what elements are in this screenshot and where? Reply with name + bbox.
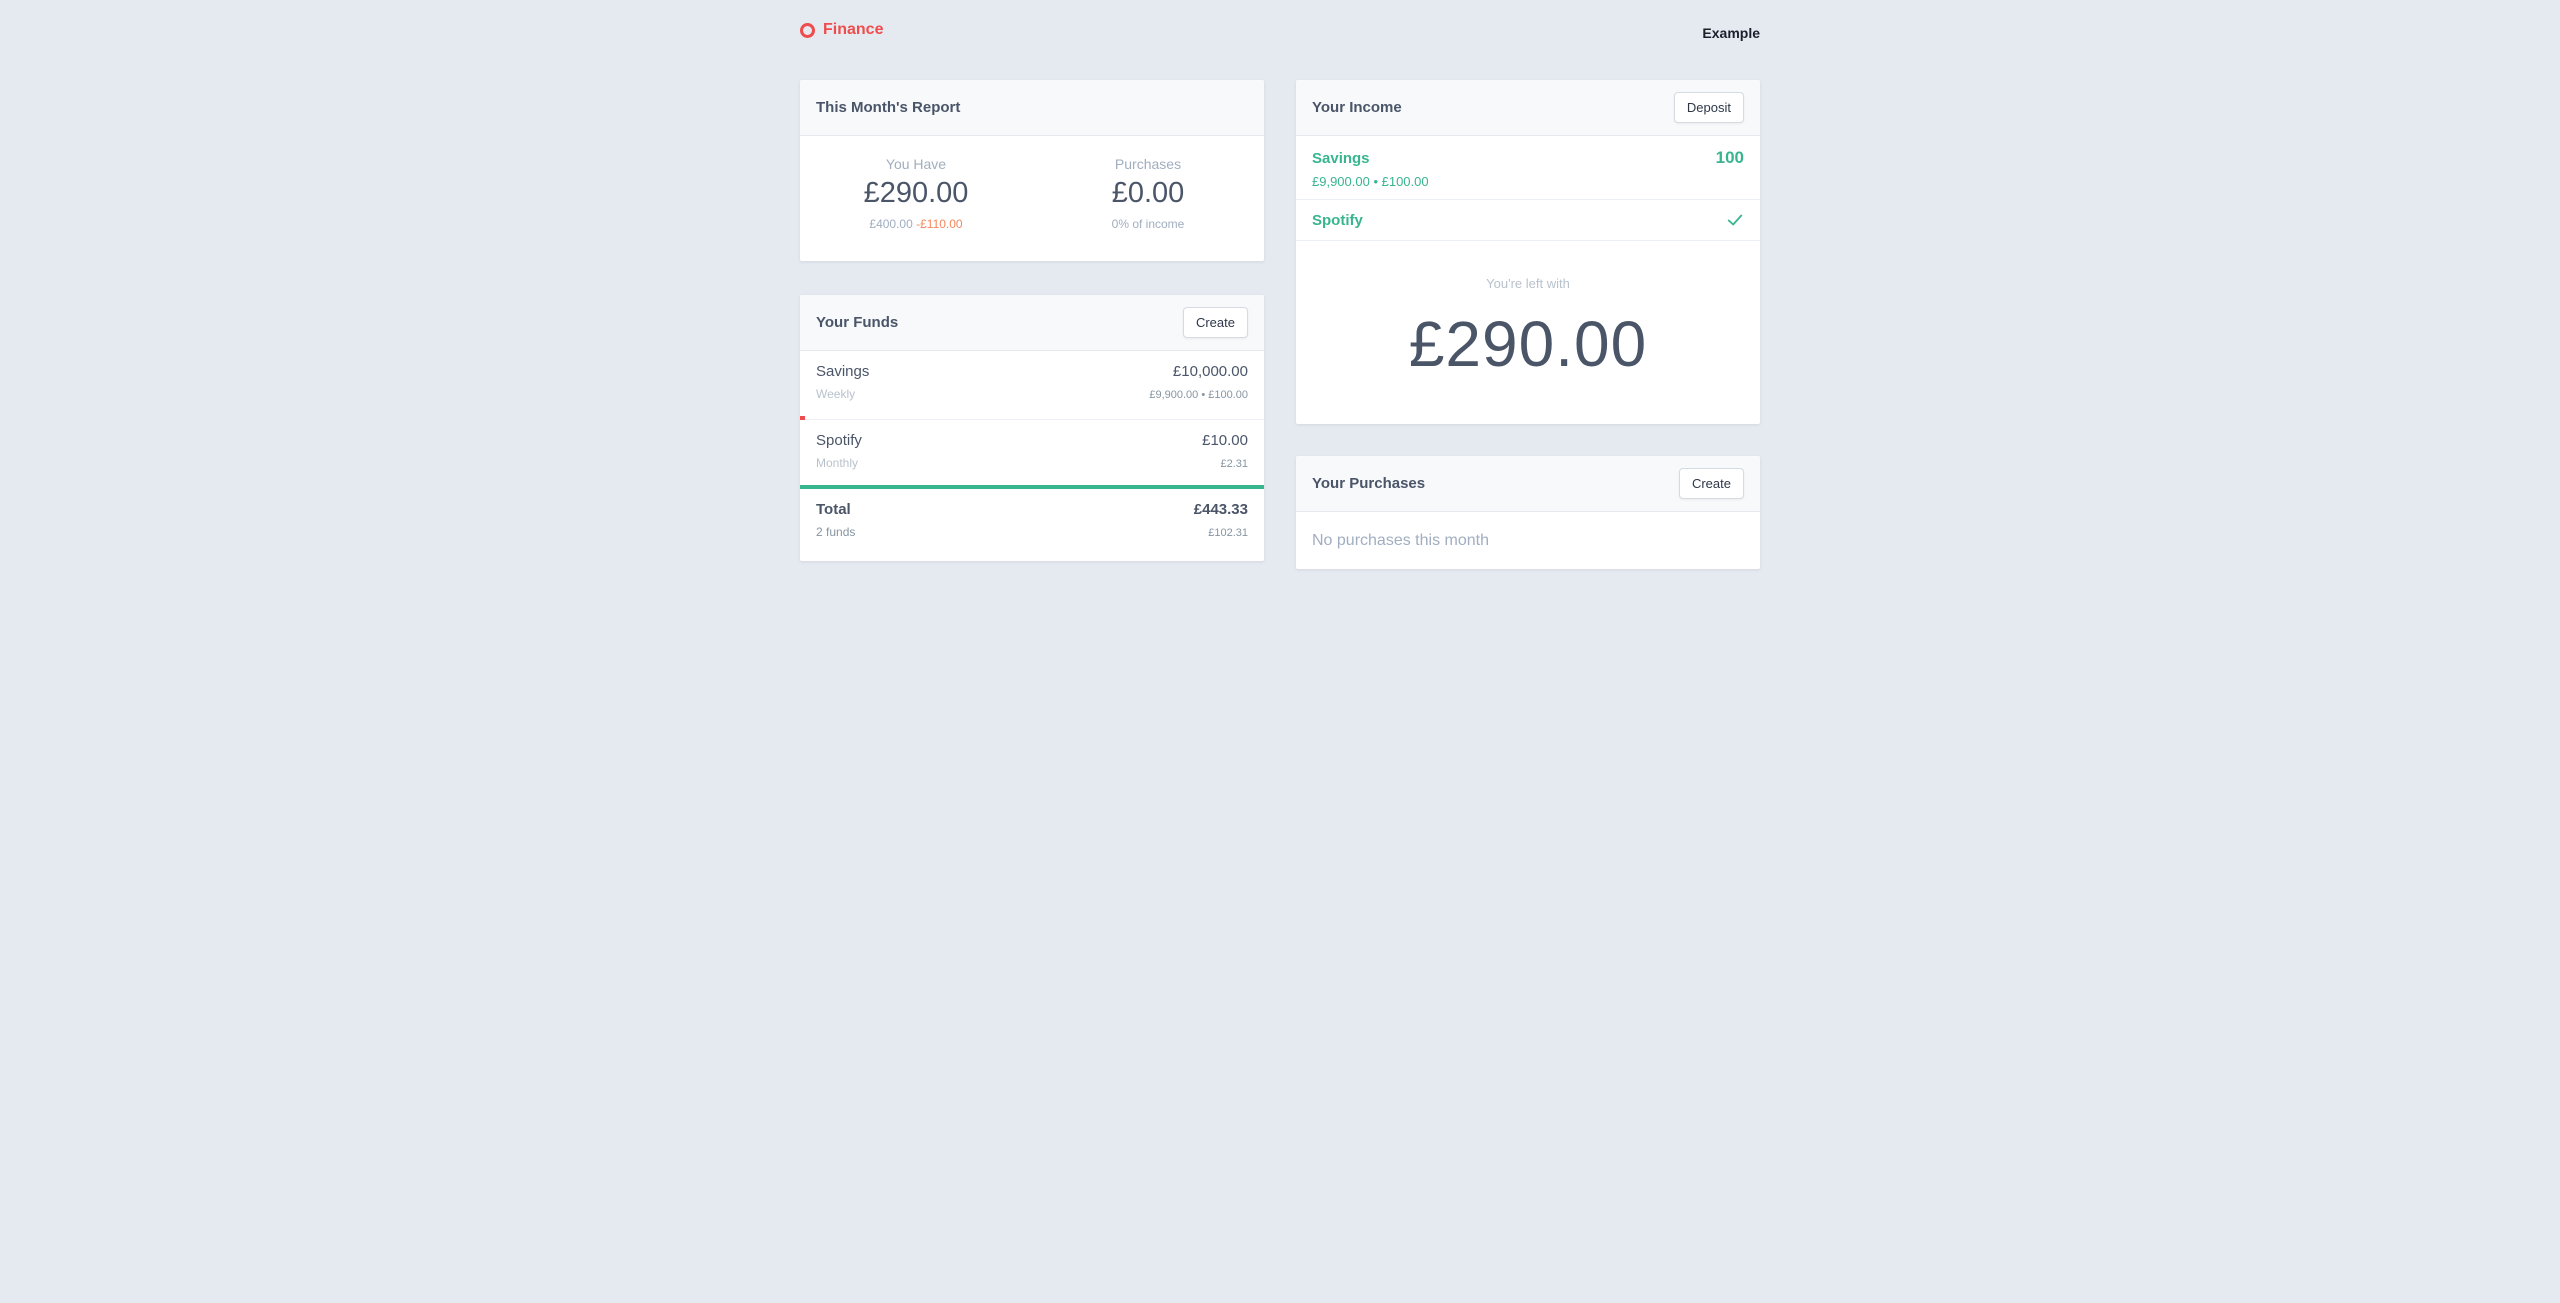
fund-amount: £10.00 [1202,432,1248,449]
fund-progress-bar [800,485,1264,489]
funds-title: Your Funds [816,314,899,331]
deduction-part: -£110.00 [916,217,963,231]
total-amount: £443.33 [1193,501,1248,518]
funds-card: Your Funds Create Savings £10,000.00 Wee… [800,295,1264,561]
left-with-label: You're left with [1486,276,1570,291]
report-card-header: This Month's Report [800,80,1264,136]
report-title: This Month's Report [816,99,961,116]
you-have-label: You Have [885,156,947,172]
purchases-value: £0.00 [1111,177,1185,209]
purchases-card: Your Purchases Create No purchases this … [1296,456,1760,569]
left-with-value: £290.00 [1408,308,1648,380]
income-card-header: Your Income Deposit [1296,80,1760,136]
page: Finance Example This Month's Report You … [0,0,2560,1303]
funds-total-row: Total £443.33 2 funds £102.31 [800,489,1264,561]
purchases-percent: 0% of income [1111,217,1185,231]
total-count: 2 funds [816,525,856,539]
fund-frequency: Monthly [816,456,859,470]
income-part: £400.00 [869,217,913,231]
brand-link[interactable]: Finance [800,21,883,39]
report-body: You Have £290.00 £400.00 -£110.00 Purcha… [800,136,1264,231]
purchases-label: Purchases [1114,156,1182,172]
purchases-title: Your Purchases [1312,475,1426,492]
user-name[interactable]: Example [1702,25,1760,41]
total-label: Total [816,501,851,518]
income-title: Your Income [1312,99,1402,116]
fund-frequency: Weekly [816,387,856,401]
funds-card-header: Your Funds Create [800,295,1264,351]
income-sub: £9,900.00 • £100.00 [1312,174,1429,189]
purchases-card-header: Your Purchases Create [1296,456,1760,512]
fund-meta: £2.31 [1220,458,1248,470]
income-row-savings[interactable]: Savings 100 £9,900.00 • £100.00 [1296,136,1760,200]
income-value: 100 [1715,148,1744,167]
you-have-value: £290.00 [863,177,969,209]
purchases-stat: Purchases £0.00 0% of income [1032,156,1264,231]
total-meta: £102.31 [1208,527,1248,539]
report-card: This Month's Report You Have £290.00 £40… [800,80,1264,261]
fund-name: Savings [816,363,870,380]
you-have-breakdown: £400.00 -£110.00 [800,217,1032,231]
create-purchase-button[interactable]: Create [1678,468,1744,499]
purchases-empty-message: No purchases this month [1312,532,1489,549]
you-have-stat: You Have £290.00 £400.00 -£110.00 [800,156,1032,231]
left-with-section: You're left with £290.00 [1296,241,1760,381]
income-row-spotify[interactable]: Spotify [1296,200,1760,241]
fund-row-spotify[interactable]: Spotify £10.00 Monthly £2.31 [800,420,1264,489]
fund-amount: £10,000.00 [1172,363,1248,380]
fund-meta: £9,900.00 • £100.00 [1149,389,1248,401]
fund-name: Spotify [816,432,862,449]
income-name: Spotify [1312,211,1363,229]
logo-ring-icon [800,22,815,38]
brand-name: Finance [823,21,884,38]
income-card: Your Income Deposit Savings 100 £9,900.0… [1296,80,1760,424]
create-fund-button[interactable]: Create [1182,307,1248,338]
deposit-button[interactable]: Deposit [1673,92,1744,123]
income-name: Savings [1312,150,1370,167]
fund-row-savings[interactable]: Savings £10,000.00 Weekly £9,900.00 • £1… [800,351,1264,420]
check-icon [1727,214,1743,226]
